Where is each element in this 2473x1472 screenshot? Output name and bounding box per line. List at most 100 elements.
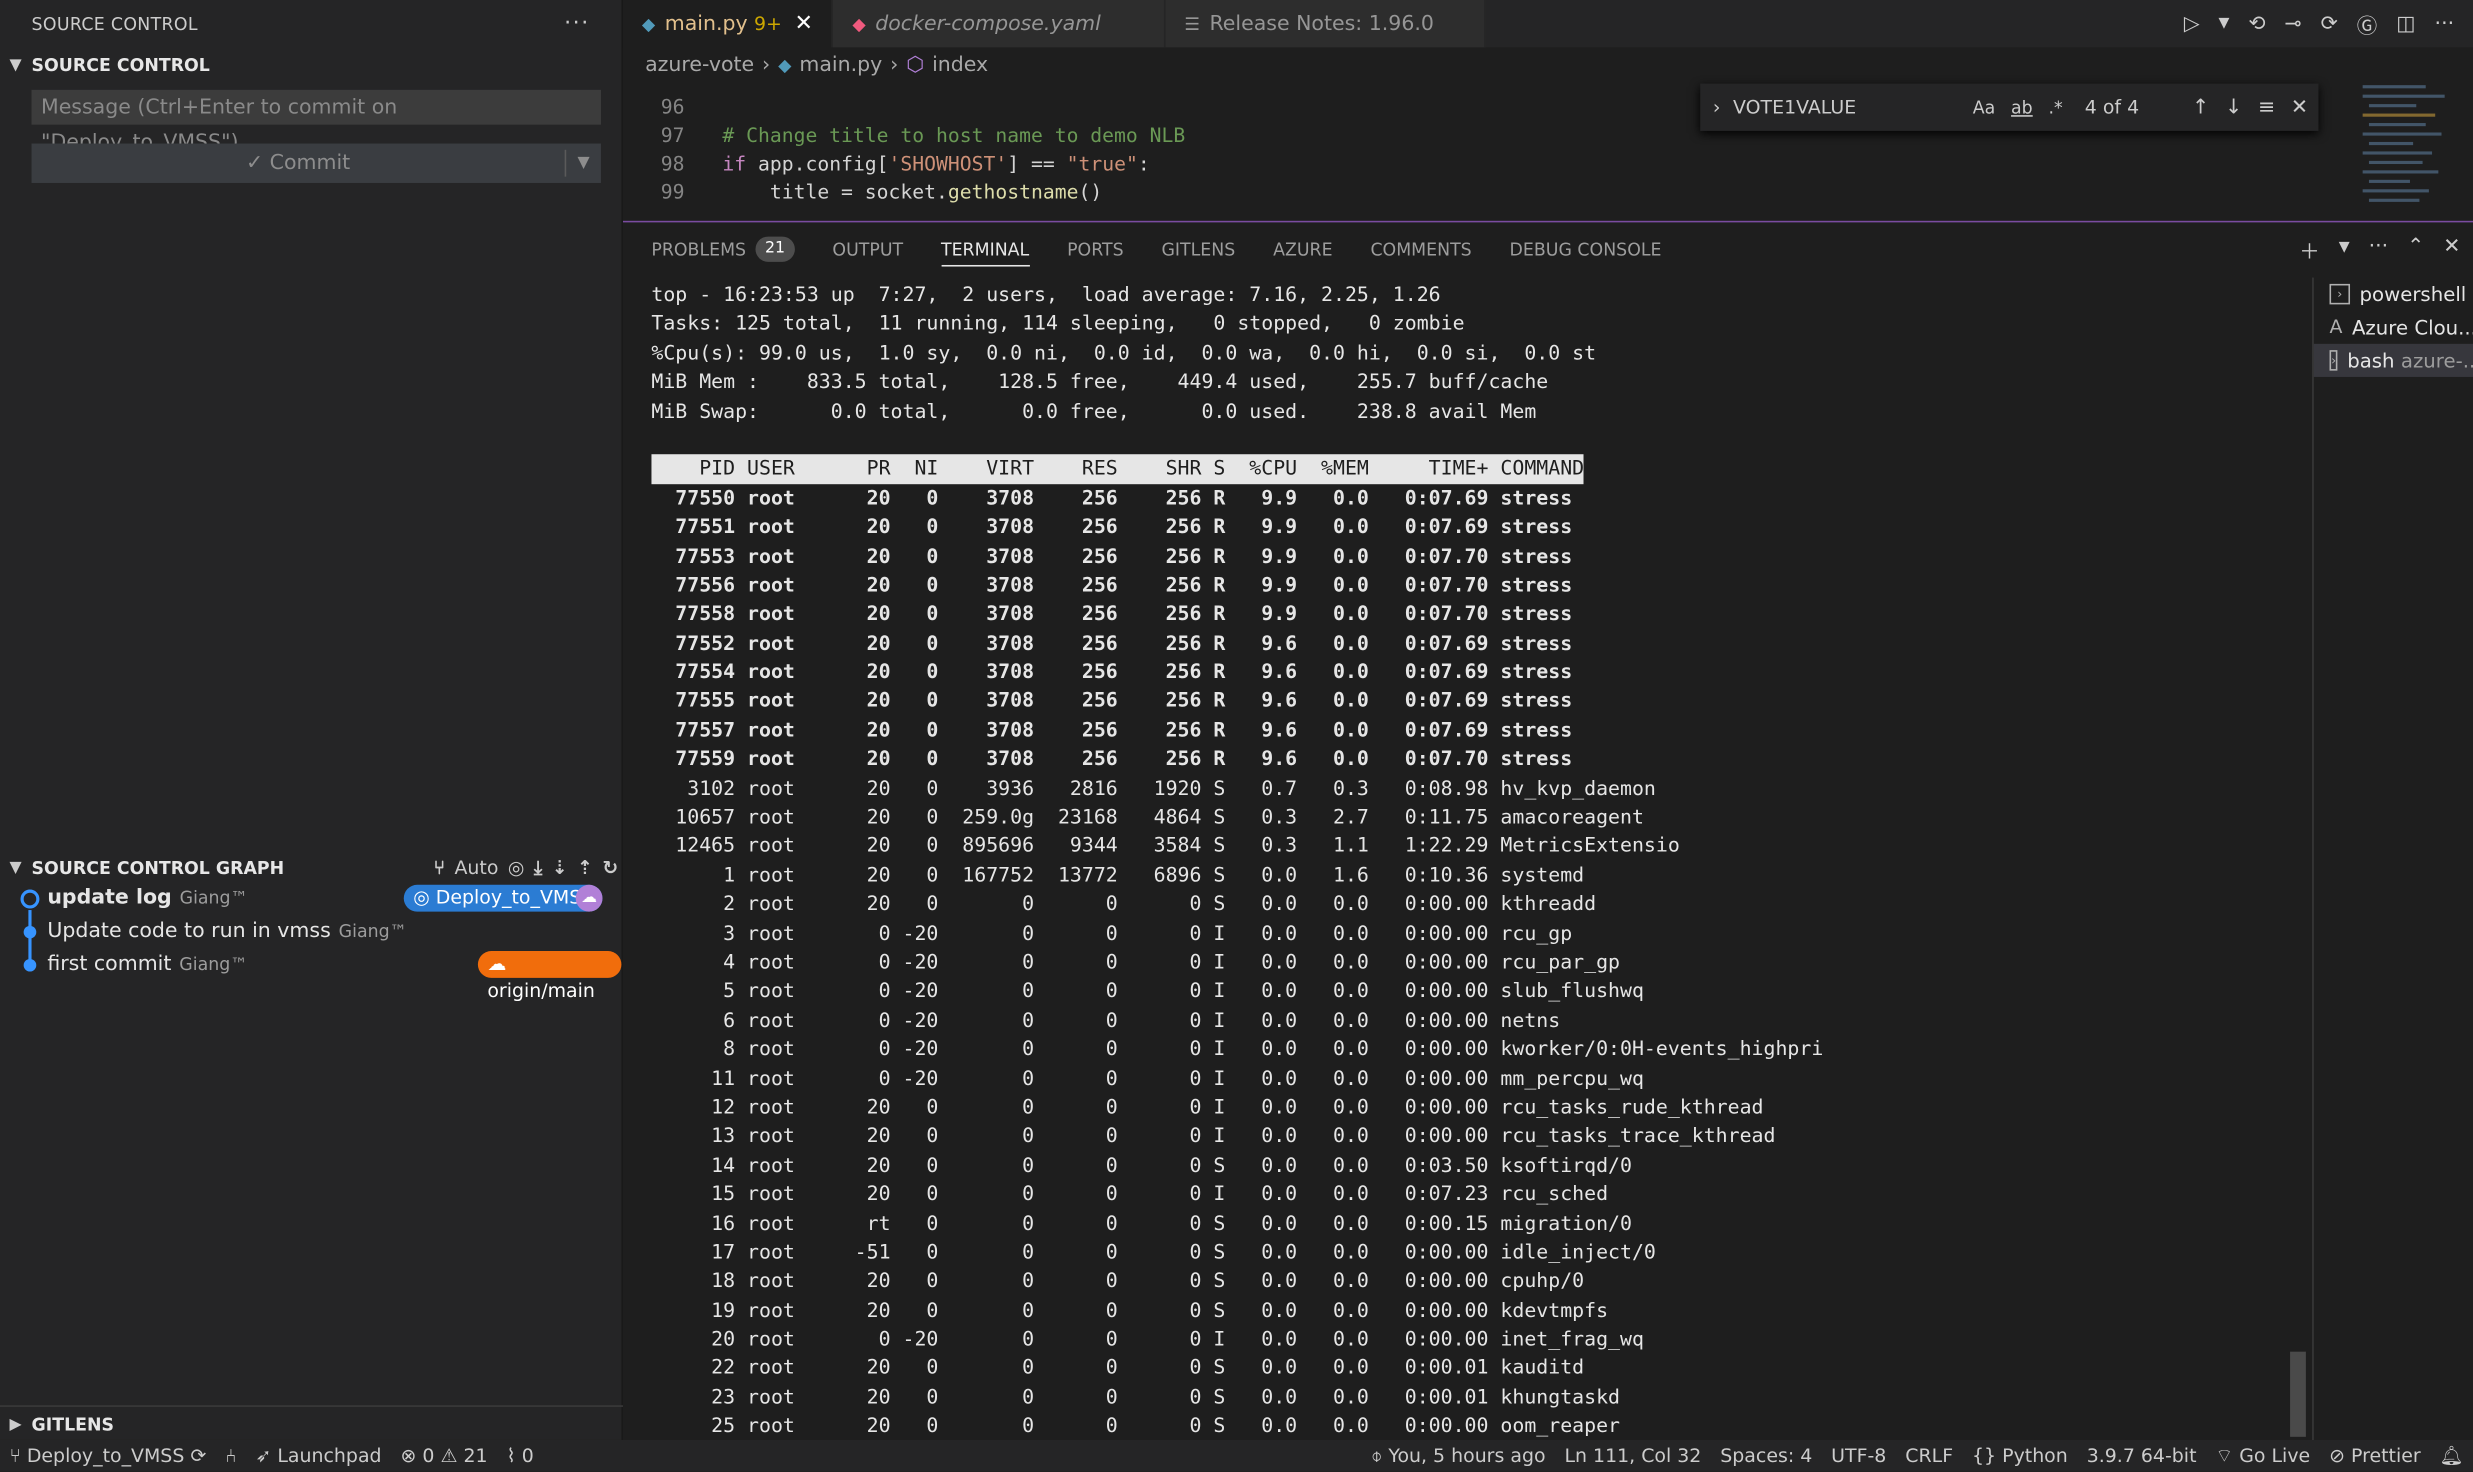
graph-auto-label[interactable]: Auto bbox=[454, 856, 498, 878]
launchpad-status[interactable]: ➶ Launchpad bbox=[255, 1445, 381, 1467]
minimap-line bbox=[2362, 85, 2426, 89]
terminal-output[interactable]: top - 16:23:53 up 7:27, 2 users, load av… bbox=[651, 281, 2291, 1448]
new-terminal-icon[interactable]: ＋ bbox=[2299, 235, 2320, 265]
process-row: 17 root -51 0 0 0 0 S 0.0 0.0 0:00.00 id… bbox=[651, 1238, 2291, 1267]
tab-docker-compose[interactable]: ◆ docker-compose.yaml bbox=[833, 0, 1166, 48]
branch-icon[interactable]: ⑂ bbox=[434, 856, 445, 878]
chevron-down-icon: ▼ bbox=[9, 858, 22, 877]
chevron-right-icon: › bbox=[890, 52, 899, 77]
terminal-item-azure-cloud[interactable]: A Azure Clou... bbox=[2314, 311, 2473, 344]
language-mode[interactable]: {} Python bbox=[1972, 1445, 2068, 1467]
terminal-scrollbar[interactable] bbox=[2290, 285, 2306, 1437]
maximize-panel-icon[interactable]: ⌃ bbox=[2407, 235, 2424, 265]
end-of-line[interactable]: CRLF bbox=[1905, 1445, 1953, 1467]
commit-message: first commit bbox=[47, 952, 172, 977]
tab-ports[interactable]: PORTS bbox=[1067, 222, 1124, 276]
ports-status[interactable]: ⌇ 0 bbox=[507, 1445, 534, 1467]
process-row-text: 4 root 0 -20 0 0 0 I 0.0 0.0 0:00.00 rcu… bbox=[651, 949, 1621, 974]
minimap-line bbox=[2368, 198, 2420, 202]
commit-message-input[interactable]: Message (Ctrl+Enter to commit on "Deploy… bbox=[31, 89, 601, 155]
match-case-icon[interactable]: Aa bbox=[1973, 97, 1995, 118]
find-input[interactable]: VOTE1VALUE bbox=[1733, 96, 1957, 118]
commit-text: Update code to run in vmss Giang™ bbox=[47, 920, 407, 944]
breadcrumb-symbol[interactable]: index bbox=[932, 53, 988, 77]
cursor-position[interactable]: Ln 111, Col 32 bbox=[1564, 1445, 1701, 1467]
pull-icon[interactable]: ⇣ bbox=[552, 856, 568, 878]
graph-commit-row[interactable]: Update code to run in vmss Giang™ bbox=[0, 915, 621, 948]
more-actions-icon[interactable]: ··· bbox=[564, 11, 590, 36]
blame-status[interactable]: ⌽ You, 5 hours ago bbox=[1371, 1444, 1546, 1468]
breadcrumb-folder[interactable]: azure-vote bbox=[645, 53, 754, 77]
minimap-line bbox=[2368, 160, 2423, 165]
tab-release-notes[interactable]: ☰ Release Notes: 1.96.0 bbox=[1165, 0, 1486, 48]
close-icon[interactable]: ✕ bbox=[794, 11, 813, 36]
scrollbar-thumb[interactable] bbox=[2290, 1351, 2306, 1437]
notifications-bell-icon[interactable]: 🔔︎ bbox=[2440, 1445, 2464, 1467]
graph-commit-row[interactable]: update log Giang™ ◎ Deploy_to_VMSS ☁ bbox=[0, 882, 621, 915]
find-in-selection-icon[interactable]: ≡ bbox=[2258, 95, 2275, 119]
graph-commit-row[interactable]: first commit Giang™ ☁ origin/main bbox=[0, 948, 622, 1002]
commit-dropdown-chevron-icon[interactable]: ▼ bbox=[566, 155, 601, 172]
process-row: 12465 root 20 0 895696 9344 3584 S 0.3 1… bbox=[651, 832, 2291, 861]
source-control-graph-header[interactable]: ▼ SOURCE CONTROL GRAPH ⑂ Auto ◎ ⤓ ⇣ ⇡ ↻ bbox=[0, 850, 631, 885]
tab-azure[interactable]: AZURE bbox=[1273, 222, 1332, 276]
run-icon[interactable]: ▷ bbox=[2184, 12, 2200, 36]
problems-status[interactable]: ⊗ 0 ⚠ 21 bbox=[400, 1445, 487, 1467]
tab-main-py[interactable]: ◆ main.py 9+ ✕ bbox=[622, 0, 834, 48]
gitlens-icon[interactable]: Ⓖ bbox=[2357, 9, 2378, 39]
breadcrumb-file[interactable]: main.py bbox=[799, 53, 882, 77]
tab-output[interactable]: OUTPUT bbox=[832, 222, 903, 276]
arrow-down-icon[interactable]: ↓ bbox=[2225, 95, 2242, 119]
prettier-status[interactable]: ⊘ Prettier bbox=[2329, 1445, 2421, 1467]
process-row-text: 22 root 20 0 0 0 0 S 0.0 0.0 0:00.01 kau… bbox=[651, 1355, 1585, 1380]
timeline-icon[interactable]: ⊸ bbox=[2285, 12, 2302, 36]
origin-badge-label: origin/main bbox=[487, 979, 595, 1002]
origin-badge[interactable]: ☁ origin/main bbox=[477, 951, 622, 1002]
git-graph-icon[interactable]: ⑃ bbox=[225, 1445, 236, 1467]
line-number: 96 bbox=[660, 94, 685, 119]
branch-status[interactable]: ⑂ Deploy_to_VMSS ⟳ bbox=[9, 1445, 206, 1467]
source-control-section-header[interactable]: ▼ SOURCE CONTROL bbox=[0, 47, 621, 82]
tab-terminal[interactable]: TERMINAL bbox=[940, 222, 1029, 276]
code-text: () bbox=[1078, 179, 1103, 204]
tab-gitlens[interactable]: GITLENS bbox=[1161, 222, 1235, 276]
more-actions-icon[interactable]: ··· bbox=[2435, 12, 2455, 36]
push-icon[interactable]: ⇡ bbox=[577, 856, 593, 878]
process-table-header-row: PID USER PR NI VIRT RES SHR S %CPU %MEM … bbox=[651, 454, 2291, 484]
target-icon[interactable]: ◎ bbox=[508, 856, 525, 878]
minimap[interactable] bbox=[2356, 79, 2466, 218]
commit-button[interactable]: ✓ Commit ▼ bbox=[31, 143, 601, 183]
chevron-down-icon[interactable]: ▼ bbox=[2219, 16, 2230, 32]
process-row: 3 root 0 -20 0 0 0 I 0.0 0.0 0:00.00 rcu… bbox=[651, 919, 2291, 948]
regex-icon[interactable]: .* bbox=[2048, 97, 2062, 118]
indentation[interactable]: Spaces: 4 bbox=[1720, 1445, 1812, 1467]
go-back-icon[interactable]: ⟲ bbox=[2248, 12, 2265, 36]
tab-label: AZURE bbox=[1273, 238, 1333, 260]
go-live-button[interactable]: ⌔ Go Live bbox=[2215, 1444, 2310, 1468]
terminal-item-bash[interactable]: › bashazure-... bbox=[2313, 343, 2473, 377]
refresh-icon[interactable]: ↻ bbox=[602, 856, 618, 878]
split-editor-icon[interactable]: ◫ bbox=[2396, 12, 2415, 36]
process-row: 20 root 0 -20 0 0 0 I 0.0 0.0 0:00.00 in… bbox=[651, 1325, 2291, 1354]
editor-actions: ▷ ▼ ⟲ ⊸ ⟳ Ⓖ ◫ ··· bbox=[2184, 0, 2473, 47]
process-row-text: 77550 root 20 0 3708 256 256 R 9.9 0.0 0… bbox=[651, 485, 1573, 510]
tab-debug-console[interactable]: DEBUG CONSOLE bbox=[1510, 222, 1662, 276]
tab-comments[interactable]: COMMENTS bbox=[1370, 222, 1471, 276]
arrow-up-icon[interactable]: ↑ bbox=[2192, 95, 2209, 119]
tab-problems[interactable]: PROBLEMS 21 bbox=[651, 222, 795, 276]
python-interpreter[interactable]: 3.9.7 64-bit bbox=[2087, 1445, 2197, 1467]
close-icon[interactable]: ✕ bbox=[2291, 95, 2308, 119]
gitlens-title: GITLENS bbox=[31, 1413, 115, 1435]
gitlens-section-header[interactable]: ▶ GITLENS bbox=[0, 1405, 631, 1441]
more-actions-icon[interactable]: ··· bbox=[2369, 235, 2389, 265]
commit-author: Giang™ bbox=[179, 887, 248, 909]
terminal-item-powershell[interactable]: › powershell bbox=[2314, 278, 2473, 311]
whole-word-icon[interactable]: ab bbox=[2011, 97, 2033, 118]
branch-badge[interactable]: ◎ Deploy_to_VMSS bbox=[403, 884, 603, 912]
chevron-right-icon[interactable]: › bbox=[1713, 96, 1721, 118]
close-icon[interactable]: ✕ bbox=[2443, 235, 2460, 265]
chevron-down-icon[interactable]: ▼ bbox=[2339, 235, 2350, 265]
go-forward-icon[interactable]: ⟳ bbox=[2321, 12, 2338, 36]
encoding[interactable]: UTF-8 bbox=[1831, 1445, 1886, 1467]
fetch-icon[interactable]: ⤓ bbox=[534, 856, 542, 880]
